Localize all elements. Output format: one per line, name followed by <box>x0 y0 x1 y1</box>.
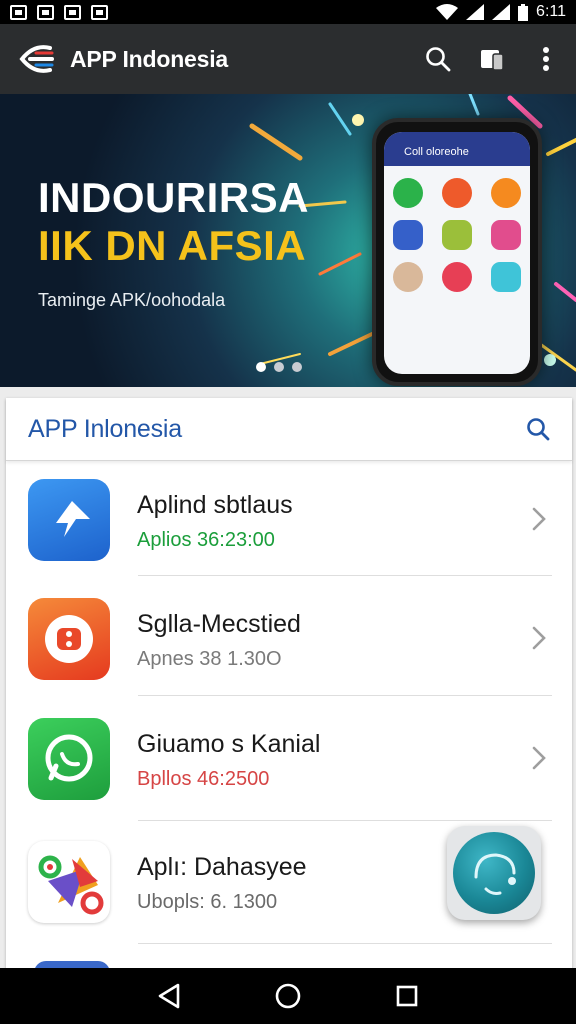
whatsapp-app-icon <box>28 718 110 800</box>
list-item[interactable]: Aplind sbtlaus Aplios 36:23:00 <box>6 461 572 581</box>
chat-app-icon <box>393 178 424 208</box>
app-name: Sglla-Mecstied <box>137 610 301 638</box>
red-app-icon <box>441 262 472 292</box>
banner-tagline: Taminge APK/oohodala <box>38 290 226 310</box>
toolbar-title: APP Indonesia <box>70 45 229 72</box>
app-name: Giuamo s Kanial <box>137 730 321 758</box>
divider <box>138 575 552 576</box>
system-nav-bar <box>0 968 576 1024</box>
home-icon[interactable] <box>268 976 308 1016</box>
chevron-right-icon[interactable] <box>530 505 548 533</box>
refresh-icon <box>453 832 535 914</box>
chevron-right-icon[interactable] <box>530 624 548 652</box>
back-icon[interactable] <box>149 976 189 1016</box>
character-app-icon <box>441 220 472 250</box>
layers-icon[interactable] <box>478 45 506 73</box>
battery-icon <box>518 3 529 21</box>
app-meta: Aplios 36:23:00 <box>137 529 275 551</box>
settings-app-icon <box>28 598 110 680</box>
list-item[interactable]: Sglla-Mecstied Apnes 38 1.30O <box>6 580 572 700</box>
teal-app-icon <box>490 262 521 292</box>
play-store-icon <box>91 4 108 20</box>
carousel-dots[interactable] <box>256 362 302 372</box>
x-app-icon <box>441 178 472 208</box>
avatar-app-icon <box>393 262 424 292</box>
phone-mockup: Coll oloreohe <box>372 118 542 386</box>
banner-headline: INDOURIRSA <box>38 174 310 221</box>
app-logo-icon[interactable] <box>16 40 54 78</box>
more-vert-icon[interactable] <box>532 45 560 73</box>
search-icon[interactable] <box>424 45 452 73</box>
app-meta: Ubopls: 6. 1300 <box>137 891 278 913</box>
carousel-dot[interactable] <box>274 362 284 372</box>
app-name: Aplind sbtlaus <box>137 491 293 519</box>
section-title: APP Inlonesia <box>28 414 182 443</box>
notification-icons <box>10 4 108 20</box>
carousel-dot[interactable] <box>256 362 266 372</box>
divider <box>138 820 552 821</box>
gallery-icon <box>10 4 27 20</box>
wifi-icon <box>436 4 459 20</box>
divider <box>138 943 552 944</box>
bolt-app-icon <box>28 479 110 561</box>
divider <box>138 695 552 696</box>
status-bar: 6:11 <box>0 0 576 24</box>
banner-subheadline: IIK DN AFSIA <box>38 222 307 269</box>
shapes-app-icon <box>28 841 110 923</box>
photo-icon <box>37 4 54 20</box>
app-name: Aplı: Dahasyee <box>137 853 307 881</box>
recents-icon[interactable] <box>387 976 427 1016</box>
play-app-icon <box>490 178 521 208</box>
game-app-icon <box>393 220 424 250</box>
carousel-dot[interactable] <box>292 362 302 372</box>
section-header: APP Inlonesia <box>6 398 572 461</box>
signal-icon <box>492 4 511 20</box>
puzzle-app-icon <box>490 220 521 250</box>
app-toolbar: APP Indonesia <box>0 24 576 94</box>
status-time: 6:11 <box>536 3 566 20</box>
list-item[interactable]: Giuamo s Kanial Bpllos 46:2500 <box>6 700 572 820</box>
chevron-right-icon[interactable] <box>530 744 548 772</box>
app-meta: Bpllos 46:2500 <box>137 768 270 790</box>
check-icon <box>64 4 81 20</box>
promo-banner[interactable]: Coll oloreohe INDOURIRSA IIK DN AFSIA Ta… <box>0 94 576 387</box>
signal-icon <box>466 4 485 20</box>
app-meta: Apnes 38 1.30O <box>137 648 282 670</box>
system-icons: 6:11 <box>436 3 566 21</box>
phone-screen-title: Coll oloreohe <box>384 132 530 166</box>
search-icon[interactable] <box>526 417 550 441</box>
floating-action-button[interactable] <box>447 826 541 920</box>
